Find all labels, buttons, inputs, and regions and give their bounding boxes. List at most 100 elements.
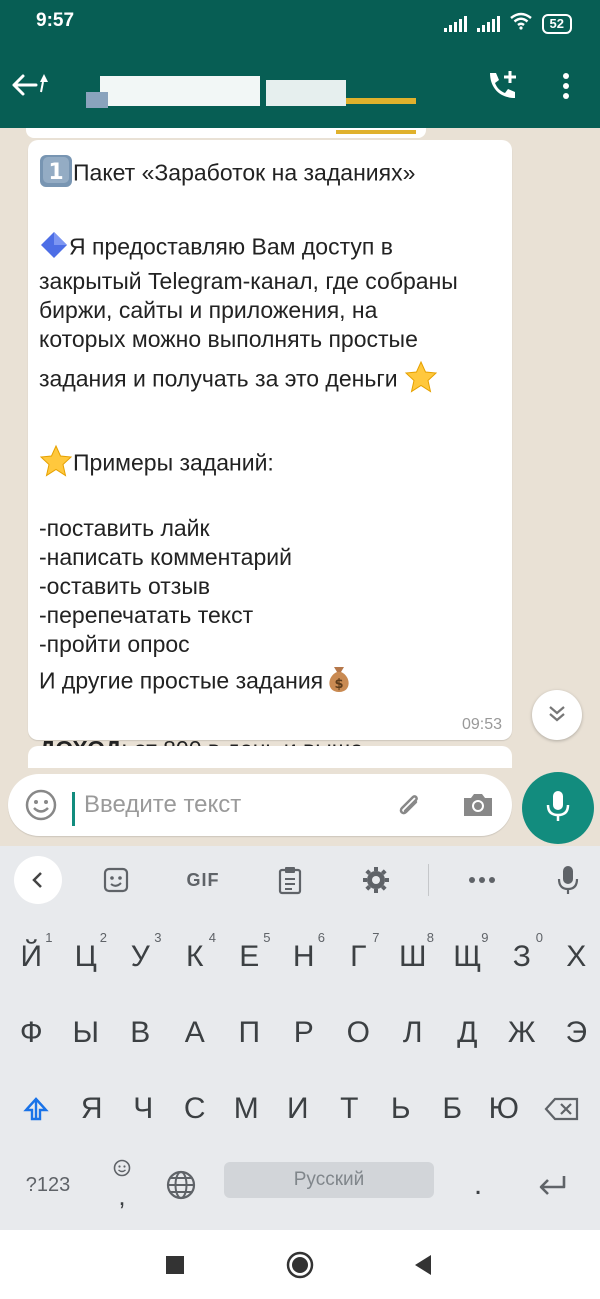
example-item: -оставить отзыв bbox=[39, 573, 211, 599]
home-button[interactable] bbox=[285, 1251, 315, 1279]
status-time: 9:57 bbox=[36, 10, 75, 31]
gif-button[interactable]: GIF bbox=[180, 860, 226, 900]
contact-avatar-obscured[interactable] bbox=[56, 68, 416, 108]
signal-icon bbox=[443, 15, 467, 32]
examples-title: Примеры заданий: bbox=[73, 449, 274, 476]
more-vert-icon[interactable] bbox=[556, 68, 576, 104]
on-screen-keyboard: GIF Й1Ц2У3К4Е5Н6Г7Ш8Щ9З0Х ФЫВАПРОЛДЖЭ ЯЧ… bbox=[0, 846, 600, 1230]
clipboard-icon[interactable] bbox=[270, 860, 310, 900]
message-bubble[interactable]: 1 Пакет «Заработок на заданиях» Я предос… bbox=[28, 140, 512, 762]
comma-emoji-key[interactable]: , bbox=[100, 1148, 144, 1222]
message-text: 1 Пакет «Заработок на заданиях» Я предос… bbox=[39, 154, 509, 764]
key[interactable]: У3 bbox=[113, 920, 168, 994]
key[interactable]: П bbox=[222, 996, 277, 1070]
text-cursor bbox=[72, 792, 75, 826]
key[interactable]: Ш8 bbox=[386, 920, 441, 994]
key[interactable]: Г7 bbox=[331, 920, 386, 994]
chat-area[interactable]: 1 Пакет «Заработок на заданиях» Я предос… bbox=[0, 128, 600, 768]
input-placeholder: Введите текст bbox=[84, 791, 242, 818]
emoji-icon[interactable] bbox=[24, 788, 58, 822]
key[interactable]: О bbox=[331, 996, 386, 1070]
toolbar-back-button[interactable] bbox=[14, 856, 62, 904]
backspace-key[interactable] bbox=[534, 1072, 590, 1146]
chat-header bbox=[0, 42, 600, 128]
key[interactable]: Д bbox=[440, 996, 495, 1070]
shift-key[interactable] bbox=[10, 1072, 62, 1146]
message-time: 09:53 bbox=[461, 716, 502, 733]
recents-button[interactable] bbox=[160, 1252, 190, 1278]
status-icons: 52 bbox=[443, 12, 572, 35]
example-item: -поставить лайк bbox=[39, 515, 210, 541]
example-item: -пройти опрос bbox=[39, 631, 190, 657]
keyboard-toolbar: GIF bbox=[0, 846, 600, 914]
voice-input-icon[interactable] bbox=[548, 860, 588, 900]
space-key[interactable]: Русский bbox=[224, 1162, 434, 1198]
key[interactable]: Р bbox=[277, 996, 332, 1070]
star-icon bbox=[39, 444, 73, 485]
message-line: закрытый Telegram-канал, где собраны bbox=[39, 268, 458, 294]
mic-icon bbox=[543, 788, 573, 829]
wifi-icon bbox=[509, 12, 532, 35]
previous-message-bubble[interactable] bbox=[26, 128, 426, 138]
key[interactable]: Т bbox=[324, 1072, 376, 1146]
more-horiz-icon[interactable] bbox=[462, 860, 502, 900]
key[interactable]: Я bbox=[66, 1072, 118, 1146]
key-row-1: Й1Ц2У3К4Е5Н6Г7Ш8Щ9З0Х bbox=[0, 920, 600, 994]
globe-icon[interactable] bbox=[156, 1148, 206, 1222]
key[interactable]: С bbox=[169, 1072, 221, 1146]
key[interactable]: Ж bbox=[495, 996, 550, 1070]
system-nav-bar bbox=[0, 1230, 600, 1299]
key[interactable]: И bbox=[272, 1072, 324, 1146]
key[interactable]: Ы bbox=[59, 996, 114, 1070]
key[interactable]: В bbox=[113, 996, 168, 1070]
next-message-bubble[interactable] bbox=[28, 746, 512, 768]
message-line: Я предоставляю Вам доступ в bbox=[39, 230, 509, 267]
message-line: 1 Пакет «Заработок на заданиях» bbox=[39, 154, 509, 195]
key[interactable]: Л bbox=[386, 996, 441, 1070]
key-label: Й bbox=[20, 940, 43, 973]
message-line: которых можно выполнять простые bbox=[39, 326, 418, 352]
voice-record-button[interactable] bbox=[522, 772, 594, 844]
key-label: К bbox=[186, 940, 204, 973]
key-label: Е bbox=[239, 940, 260, 973]
example-item: -перепечатать текст bbox=[39, 602, 254, 628]
key-row-2: ФЫВАПРОЛДЖЭ bbox=[0, 996, 600, 1070]
key[interactable]: Э bbox=[549, 996, 600, 1070]
settings-icon[interactable] bbox=[356, 860, 396, 900]
key[interactable]: Й1 bbox=[4, 920, 59, 994]
toolbar-divider bbox=[428, 864, 429, 896]
key[interactable]: К4 bbox=[168, 920, 223, 994]
message-input[interactable]: Введите текст bbox=[8, 774, 512, 836]
key[interactable]: Ч bbox=[118, 1072, 170, 1146]
key-hint: 0 bbox=[535, 930, 543, 945]
symbols-key[interactable]: ?123 bbox=[10, 1148, 86, 1222]
back-arrow-icon[interactable] bbox=[10, 68, 50, 102]
key[interactable]: Ю bbox=[478, 1072, 530, 1146]
period-key[interactable]: . bbox=[456, 1148, 500, 1222]
key-label: Х bbox=[566, 940, 587, 973]
enter-icon[interactable] bbox=[522, 1148, 582, 1222]
key-hint: 9 bbox=[481, 930, 489, 945]
scroll-to-bottom-button[interactable] bbox=[532, 690, 582, 740]
key[interactable]: Ц2 bbox=[59, 920, 114, 994]
key-hint: 2 bbox=[99, 930, 107, 945]
key[interactable]: А bbox=[168, 996, 223, 1070]
svg-text:1: 1 bbox=[48, 160, 63, 185]
key[interactable]: Х bbox=[549, 920, 600, 994]
key[interactable]: Н6 bbox=[277, 920, 332, 994]
key[interactable]: Е5 bbox=[222, 920, 277, 994]
back-button[interactable] bbox=[408, 1252, 438, 1278]
key[interactable]: М bbox=[221, 1072, 273, 1146]
key[interactable]: Б bbox=[427, 1072, 479, 1146]
key[interactable]: З0 bbox=[495, 920, 550, 994]
sticker-icon[interactable] bbox=[96, 860, 136, 900]
svg-text:$: $ bbox=[335, 677, 344, 692]
key[interactable]: Ф bbox=[4, 996, 59, 1070]
key-hint: 1 bbox=[45, 930, 53, 945]
camera-icon[interactable] bbox=[460, 788, 496, 822]
key[interactable]: Щ9 bbox=[440, 920, 495, 994]
key[interactable]: Ь bbox=[375, 1072, 427, 1146]
add-call-icon[interactable] bbox=[484, 68, 520, 104]
chevron-down-icon bbox=[546, 702, 568, 729]
attach-icon[interactable] bbox=[392, 788, 426, 822]
